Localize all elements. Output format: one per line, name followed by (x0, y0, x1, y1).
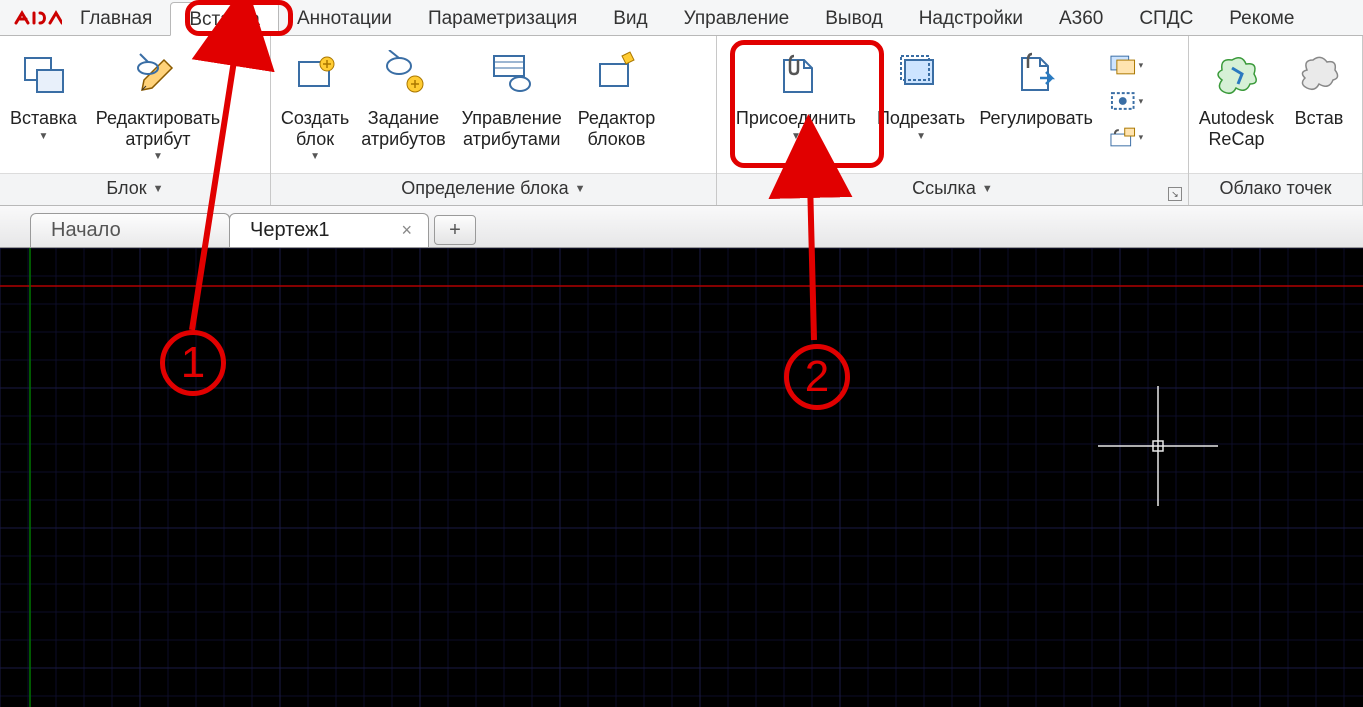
insert-button[interactable]: Вставка ▼ (4, 42, 83, 144)
panel-expand-arrow-icon: ▼ (153, 183, 164, 195)
panel-title-label: Определение блока (401, 178, 568, 199)
dropdown-arrow-icon: ▼ (39, 131, 49, 142)
insert-button-label: Вставка (10, 108, 77, 129)
snap-underlay-icon (1109, 126, 1138, 148)
adjust-button[interactable]: Регулировать (971, 42, 1101, 131)
attach-icon (772, 50, 820, 98)
define-attributes-button[interactable]: Задание атрибутов (355, 42, 451, 151)
plus-icon: + (449, 219, 461, 242)
define-attributes-label: Задание атрибутов (361, 108, 445, 149)
panel-point-cloud: Autodesk ReCap Встав Облако точек (1189, 36, 1363, 205)
tab-label: Чертеж1 (250, 219, 329, 242)
menu-tab-parametric[interactable]: Параметризация (410, 2, 595, 34)
tab-close-icon[interactable]: × (401, 220, 412, 241)
recap-icon (1212, 50, 1260, 98)
manage-attributes-button[interactable]: Управление атрибутами (452, 42, 572, 151)
xref-frames-icon (1109, 90, 1138, 112)
dropdown-arrow-icon: ▼ (791, 131, 801, 142)
insert-cloud-button[interactable]: Встав (1280, 42, 1358, 131)
menu-tab-spds[interactable]: СПДС (1121, 2, 1211, 34)
insert-cloud-label: Встав (1295, 108, 1344, 129)
app-logo-icon[interactable] (12, 5, 62, 31)
clip-icon (897, 50, 945, 98)
panel-title-label: Ссылка (912, 178, 976, 199)
panel-reference: Присоединить ▼ Подрезать ▼ Регулировать (717, 36, 1189, 205)
tab-label: Начало (51, 219, 121, 242)
menu-tab-featured[interactable]: Рекоме (1211, 2, 1312, 34)
xref-frames-button[interactable]: ▾ (1109, 88, 1143, 114)
block-editor-icon (592, 50, 640, 98)
menu-tab-main[interactable]: Главная (62, 2, 170, 34)
cursor-crosshair (1098, 386, 1218, 506)
ribbon: Вставка ▼ Редактировать атрибут ▼ Блок ▼ (0, 36, 1363, 206)
panel-expand-arrow-icon: ▼ (575, 183, 586, 195)
tab-drawing1[interactable]: Чертеж1 × (229, 213, 429, 247)
panel-block-title[interactable]: Блок ▼ (0, 173, 270, 205)
panel-title-label: Блок (106, 178, 146, 199)
panel-title-label: Облако точек (1219, 178, 1331, 199)
insert-block-icon (19, 50, 67, 98)
adjust-icon (1012, 50, 1060, 98)
attach-button[interactable]: Присоединить ▼ (721, 42, 871, 144)
menu-tab-bar: Главная Вставка Аннотации Параметризация… (0, 0, 1363, 36)
panel-point-cloud-title[interactable]: Облако точек (1189, 173, 1362, 205)
panel-block-definition: Создать блок ▼ Задание атрибутов Управле… (271, 36, 717, 205)
panel-expand-arrow-icon: ▼ (982, 183, 993, 195)
drawing-canvas[interactable] (0, 248, 1363, 707)
recap-button[interactable]: Autodesk ReCap (1193, 42, 1280, 151)
underlay-layers-button[interactable]: ▾ (1109, 52, 1143, 78)
dropdown-arrow-icon: ▼ (310, 151, 320, 162)
menu-tab-annotations[interactable]: Аннотации (279, 2, 410, 34)
clip-label: Подрезать (877, 108, 965, 129)
clip-button[interactable]: Подрезать ▼ (871, 42, 971, 144)
point-cloud-icon (1295, 50, 1343, 98)
reference-side-column: ▾ ▾ ▾ (1101, 42, 1151, 150)
menu-tab-output[interactable]: Вывод (807, 2, 900, 34)
manage-attributes-label: Управление атрибутами (462, 108, 562, 149)
panel-reference-title[interactable]: Ссылка ▼ ↘ (717, 173, 1188, 205)
edit-attribute-icon (134, 50, 182, 98)
recap-label: Autodesk ReCap (1199, 108, 1274, 149)
panel-dialog-launcher[interactable]: ↘ (1168, 187, 1182, 201)
adjust-label: Регулировать (979, 108, 1093, 129)
edit-attribute-button[interactable]: Редактировать атрибут ▼ (83, 42, 233, 164)
snap-underlay-button[interactable]: ▾ (1109, 124, 1143, 150)
panel-block: Вставка ▼ Редактировать атрибут ▼ Блок ▼ (0, 36, 271, 205)
dropdown-arrow-icon: ▼ (916, 131, 926, 142)
define-attributes-icon (379, 50, 427, 98)
menu-tab-manage[interactable]: Управление (666, 2, 808, 34)
attach-label: Присоединить (736, 108, 856, 129)
create-block-icon (291, 50, 339, 98)
create-block-label: Создать блок (281, 108, 349, 149)
edit-attribute-label: Редактировать атрибут (96, 108, 220, 149)
manage-attributes-icon (488, 50, 536, 98)
menu-tab-insert[interactable]: Вставка (170, 2, 279, 36)
panel-block-definition-title[interactable]: Определение блока ▼ (271, 173, 716, 205)
block-editor-label: Редактор блоков (578, 108, 655, 149)
menu-tab-view[interactable]: Вид (595, 2, 665, 34)
underlay-layers-icon (1109, 54, 1138, 76)
menu-tab-a360[interactable]: A360 (1041, 2, 1121, 34)
menu-tab-addins[interactable]: Надстройки (901, 2, 1041, 34)
dropdown-arrow-icon: ▼ (153, 151, 163, 162)
block-editor-button[interactable]: Редактор блоков (572, 42, 661, 151)
new-tab-button[interactable]: + (434, 215, 476, 245)
create-block-button[interactable]: Создать блок ▼ (275, 42, 355, 164)
document-tab-bar: Начало Чертеж1 × + (0, 206, 1363, 248)
tab-start[interactable]: Начало (30, 213, 230, 247)
